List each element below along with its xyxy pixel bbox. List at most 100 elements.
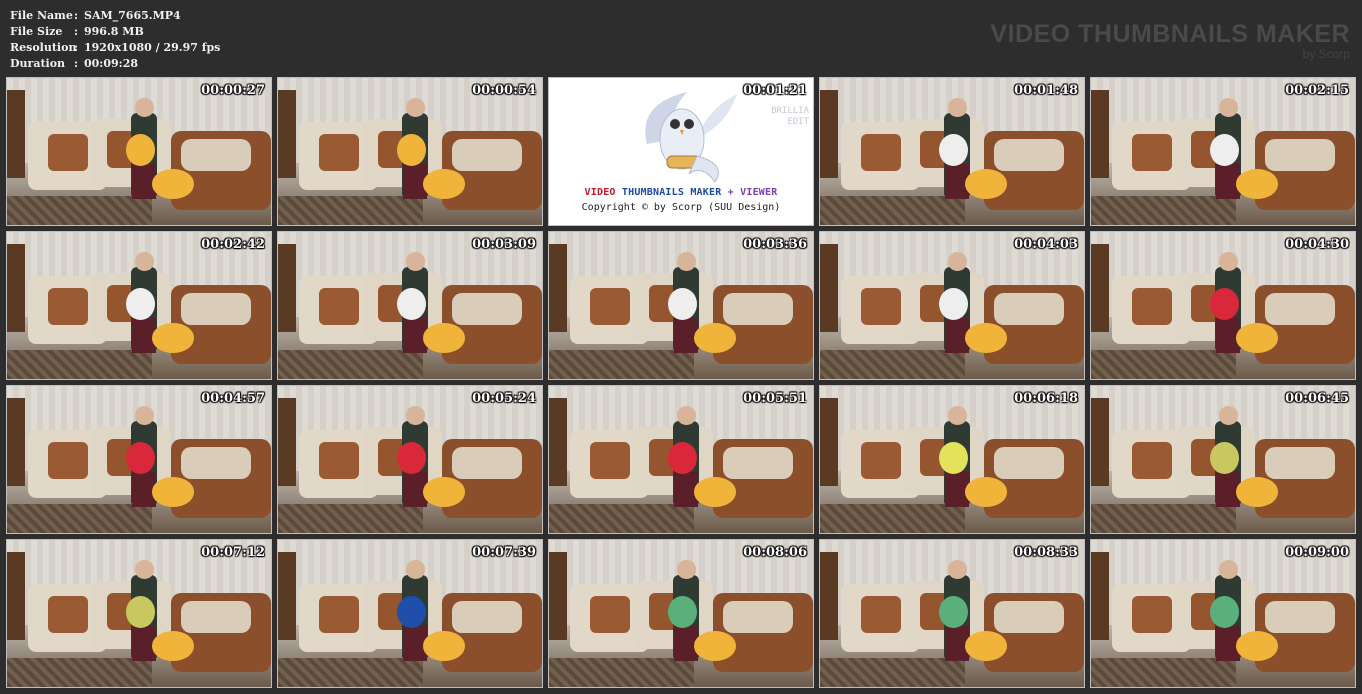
thumbnail-timestamp: 00:00:54 <box>472 83 536 98</box>
thumbnail-frame[interactable]: 00:00:27 <box>6 77 272 226</box>
scene-bookshelf <box>7 397 26 486</box>
info-value: 996.8 MB <box>84 25 144 38</box>
logo-word-thumbnails-maker: THUMBNAILS MAKER <box>621 187 722 198</box>
logo-plus: + <box>727 187 734 198</box>
balloon-shape <box>667 441 697 475</box>
faint-line: EDIT <box>787 117 809 127</box>
scene-sofa <box>170 284 271 365</box>
scene-rug <box>1091 349 1237 379</box>
scene-sofa <box>1254 592 1355 673</box>
balloon-shape <box>938 441 968 475</box>
thumbnail-frame[interactable]: 00:07:12 <box>6 539 272 688</box>
thumbnail-frame[interactable]: 00:04:03 <box>819 231 1085 380</box>
logo-copyright: Copyright © by Scorp (SUU Design) <box>581 202 781 213</box>
scene-bookshelf <box>278 243 297 332</box>
scene-bookshelf <box>7 551 26 640</box>
scene-rug <box>549 503 695 533</box>
scene-sofa <box>441 284 542 365</box>
balloon-shape <box>965 323 1008 353</box>
thumbnail-grid: 00:00:27 00:00:54 BRILLIA EDIT VIDEO THU… <box>6 77 1356 688</box>
brand-subtitle: by Scorp <box>1302 47 1350 61</box>
thumbnail-timestamp: 00:06:18 <box>1014 391 1078 406</box>
balloon-shape <box>125 441 155 475</box>
info-label: File Name <box>10 9 73 22</box>
scene-rug <box>820 503 966 533</box>
balloon-shape <box>965 169 1008 199</box>
thumbnail-frame[interactable]: 00:05:24 <box>277 385 543 534</box>
balloon-shape <box>152 477 195 507</box>
balloon-shape <box>694 477 737 507</box>
scene-bookshelf <box>820 551 839 640</box>
faint-watermark-text: BRILLIA EDIT <box>771 106 809 128</box>
thumbnail-frame[interactable]: 00:00:54 <box>277 77 543 226</box>
scene-sofa <box>1254 130 1355 211</box>
scene-bookshelf <box>820 397 839 486</box>
thumbnail-timestamp: 00:03:09 <box>472 237 536 252</box>
thumbnail-timestamp: 00:06:45 <box>1285 391 1349 406</box>
info-separator: : <box>74 9 79 22</box>
scene-rug <box>7 195 153 225</box>
scene-bookshelf <box>549 551 568 640</box>
balloon-shape <box>965 631 1008 661</box>
scene-bookshelf <box>820 243 839 332</box>
thumbnail-frame[interactable]: 00:01:48 <box>819 77 1085 226</box>
balloon-shape <box>152 631 195 661</box>
thumbnail-timestamp: 00:07:39 <box>472 545 536 560</box>
scene-sofa <box>712 284 813 365</box>
balloon-shape <box>965 477 1008 507</box>
thumbnail-frame[interactable]: 00:08:06 <box>548 539 814 688</box>
scene-rug <box>278 503 424 533</box>
thumbnail-frame[interactable]: 00:06:45 <box>1090 385 1356 534</box>
thumbnail-frame[interactable]: 00:05:51 <box>548 385 814 534</box>
balloon-shape <box>396 133 426 167</box>
scene-sofa <box>170 130 271 211</box>
info-row-duration: Duration : 00:09:28 <box>10 56 220 72</box>
thumbnail-frame[interactable]: 00:02:42 <box>6 231 272 380</box>
info-row-file-size: File Size : 996.8 MB <box>10 24 220 40</box>
scene-bookshelf <box>549 243 568 332</box>
info-value: 00:09:28 <box>84 57 139 70</box>
logo-word-video: VIDEO <box>584 187 616 198</box>
scene-sofa <box>1254 438 1355 519</box>
balloon-shape <box>1236 169 1279 199</box>
balloon-shape <box>1236 323 1279 353</box>
thumbnail-timestamp: 00:02:42 <box>201 237 265 252</box>
scene-bookshelf <box>278 89 297 178</box>
thumbnail-logo-tile[interactable]: BRILLIA EDIT VIDEO THUMBNAILS MAKER + VIE… <box>548 77 814 226</box>
info-separator: : <box>74 41 79 54</box>
thumbnail-timestamp: 00:01:21 <box>743 83 807 98</box>
file-info-panel: File Name : SAM_7665.MP4 File Size : 996… <box>10 8 220 72</box>
thumbnail-frame[interactable]: 00:08:33 <box>819 539 1085 688</box>
thumbnail-frame[interactable]: 00:06:18 <box>819 385 1085 534</box>
scene-rug <box>1091 503 1237 533</box>
balloon-shape <box>1209 595 1239 629</box>
balloon-shape <box>423 477 466 507</box>
thumbnail-timestamp: 00:04:03 <box>1014 237 1078 252</box>
scene-rug <box>278 349 424 379</box>
thumbnail-timestamp: 00:00:27 <box>201 83 265 98</box>
balloon-shape <box>152 169 195 199</box>
balloon-shape <box>1209 133 1239 167</box>
thumbnail-frame[interactable]: 00:09:00 <box>1090 539 1356 688</box>
scene-sofa <box>983 438 1084 519</box>
info-row-file-name: File Name : SAM_7665.MP4 <box>10 8 220 24</box>
info-separator: : <box>74 57 79 70</box>
thumbnail-frame[interactable]: 00:04:57 <box>6 385 272 534</box>
scene-rug <box>278 657 424 687</box>
thumbnail-frame[interactable]: 00:03:09 <box>277 231 543 380</box>
scene-sofa <box>983 592 1084 673</box>
thumbnail-frame[interactable]: 00:03:36 <box>548 231 814 380</box>
info-value: 1920x1080 / 29.97 fps <box>84 41 221 54</box>
thumbnail-frame[interactable]: 00:04:30 <box>1090 231 1356 380</box>
info-separator: : <box>74 25 79 38</box>
thumbnail-timestamp: 00:09:00 <box>1285 545 1349 560</box>
logo-title: VIDEO THUMBNAILS MAKER + VIEWER <box>549 187 813 198</box>
thumbnail-frame[interactable]: 00:02:15 <box>1090 77 1356 226</box>
balloon-shape <box>396 287 426 321</box>
thumbnail-frame[interactable]: 00:07:39 <box>277 539 543 688</box>
info-label: Resolution <box>10 41 77 54</box>
scene-bookshelf <box>1091 89 1110 178</box>
balloon-shape <box>125 595 155 629</box>
scene-bookshelf <box>278 397 297 486</box>
thumbnail-timestamp: 00:02:15 <box>1285 83 1349 98</box>
